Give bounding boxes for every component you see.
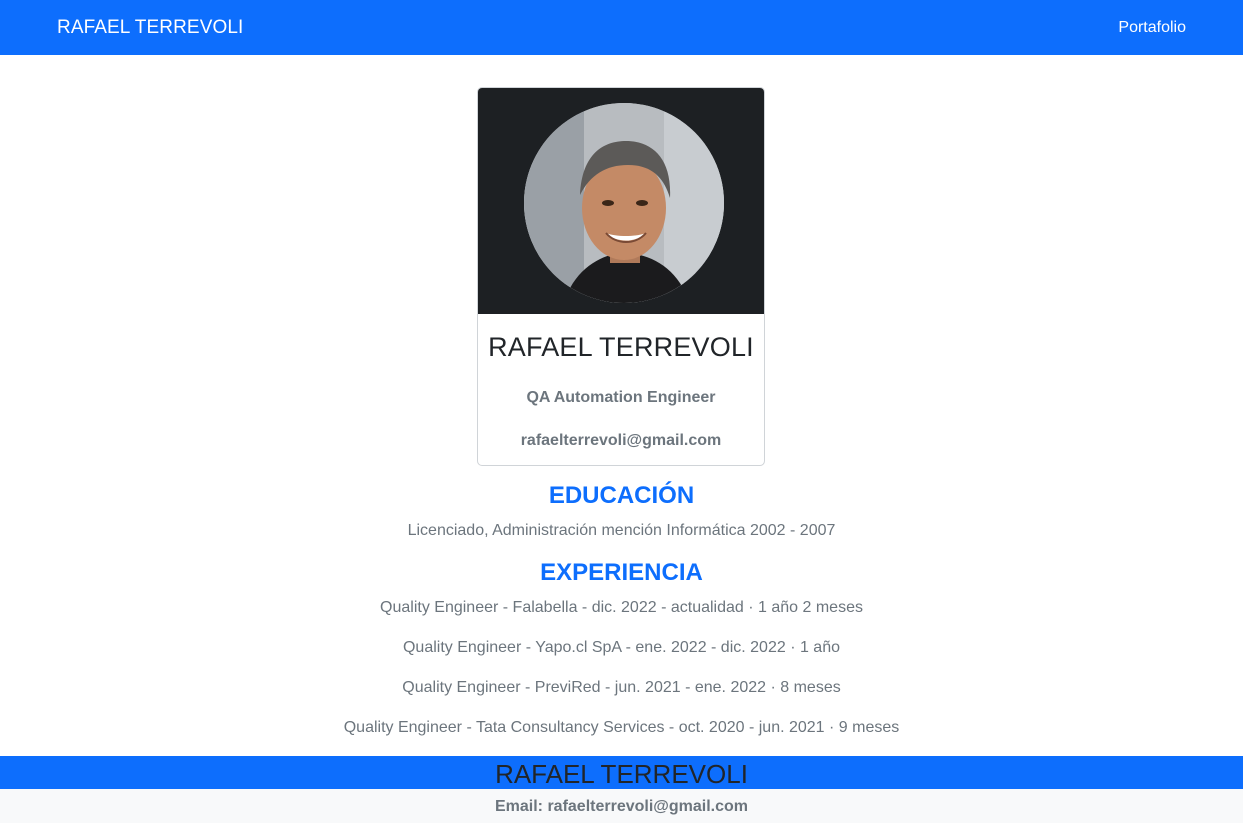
avatar bbox=[524, 103, 724, 303]
profile-photo-area bbox=[478, 88, 764, 314]
profile-name: RAFAEL TERREVOLI bbox=[488, 332, 754, 362]
experience-item: Quality Engineer - Yapo.cl SpA - ene. 20… bbox=[402, 639, 840, 656]
footer-banner: RAFAEL TERREVOLI bbox=[0, 756, 1243, 789]
navbar: RAFAEL TERREVOLI Portafolio bbox=[0, 0, 1243, 55]
footer-name: RAFAEL TERREVOLI bbox=[495, 759, 748, 789]
profile-card: RAFAEL TERREVOLI QA Automation Engineer … bbox=[477, 87, 765, 466]
experience-item: Quality Engineer - Falabella - dic. 2022… bbox=[380, 599, 863, 616]
brand-link[interactable]: RAFAEL TERREVOLI bbox=[57, 17, 243, 39]
footer-email: Email: rafaelterrevoli@gmail.com bbox=[494, 798, 749, 815]
profile-card-body: RAFAEL TERREVOLI QA Automation Engineer … bbox=[478, 332, 764, 450]
profile-role: QA Automation Engineer bbox=[526, 389, 716, 406]
education-title: EDUCACIÓN bbox=[548, 482, 695, 509]
profile-email: rafaelterrevoli@gmail.com bbox=[520, 432, 722, 449]
experience-item: Quality Engineer - Tata Consultancy Serv… bbox=[343, 719, 900, 736]
footer-contact: Email: rafaelterrevoli@gmail.com bbox=[0, 789, 1243, 823]
nav-link-portafolio[interactable]: Portafolio bbox=[1118, 19, 1186, 37]
education-item: Licenciado, Administración mención Infor… bbox=[407, 522, 836, 539]
experience-item: Quality Engineer - PreviRed - jun. 2021 … bbox=[402, 679, 841, 696]
avatar-photo bbox=[524, 103, 724, 303]
experience-title: EXPERIENCIA bbox=[540, 559, 703, 586]
